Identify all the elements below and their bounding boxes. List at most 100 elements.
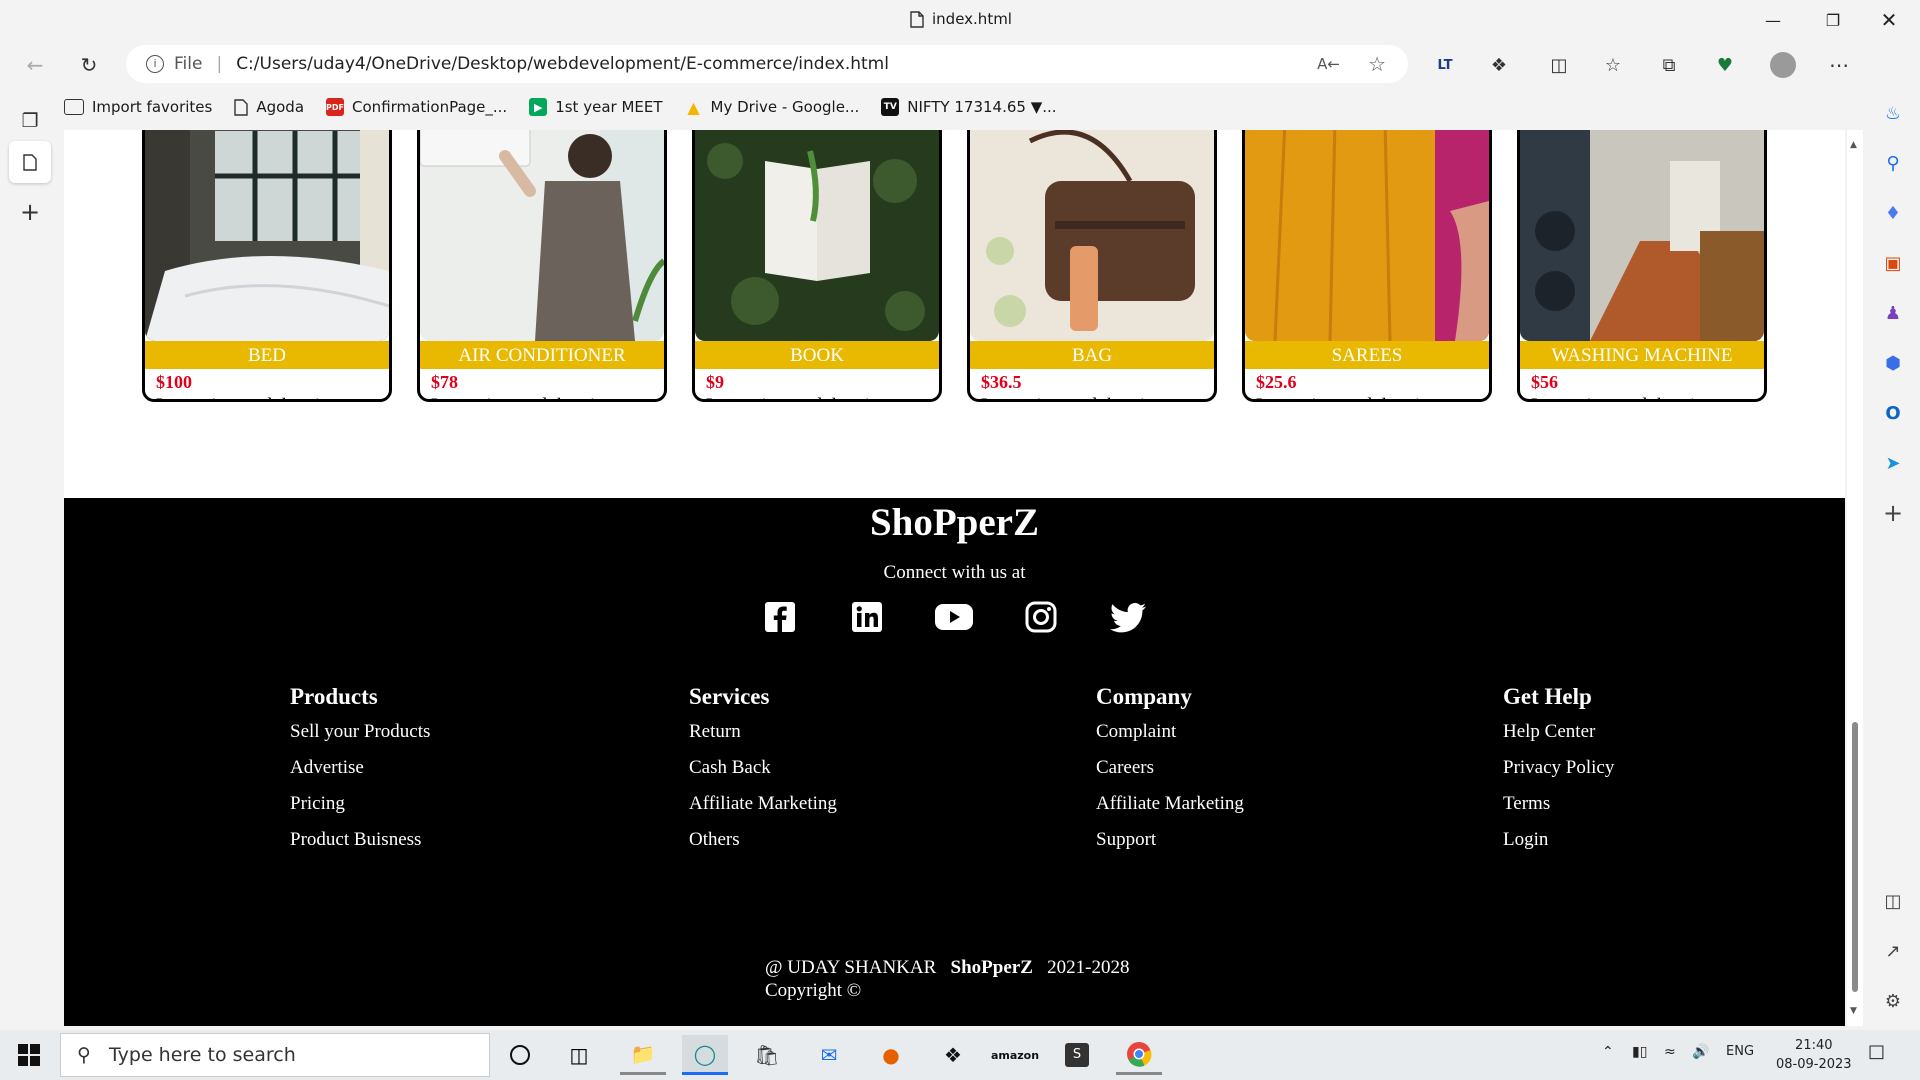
games-icon[interactable]: ♟ (1879, 299, 1907, 327)
footer-link[interactable]: Product Buisness (290, 828, 430, 864)
product-card[interactable]: BED $100 Lorem ipsum dolor sit amet cons… (142, 130, 392, 402)
sidebar-panel-icon[interactable]: ◫ (1879, 887, 1907, 915)
favorite-star-icon[interactable]: ☆ (1368, 52, 1386, 76)
refresh-button[interactable]: ↻ (72, 48, 106, 82)
wifi-icon[interactable]: ≈ (1664, 1044, 1676, 1060)
new-tab-plus-icon[interactable]: + (9, 191, 51, 233)
microsoft365-icon[interactable]: ⬢ (1879, 349, 1907, 377)
extension-lt-icon[interactable]: LT (1430, 50, 1460, 80)
notification-bell-icon[interactable]: ♨ (1879, 99, 1907, 127)
split-screen-icon[interactable]: ◫ (1544, 50, 1574, 80)
scroll-up-arrow-icon[interactable]: ▲ (1850, 140, 1857, 150)
footer-link[interactable]: Careers (1096, 756, 1244, 792)
address-row: ← ↻ i File | C:/Users/uday4/OneDrive/Des… (0, 41, 1920, 87)
settings-gear-icon[interactable]: ⚙ (1879, 987, 1907, 1015)
footer-link[interactable]: Advertise (290, 756, 430, 792)
favorite-nifty[interactable]: TV NIFTY 17314.65 ▼... (881, 98, 1057, 116)
add-sidebar-app-icon[interactable]: + (1879, 499, 1907, 527)
windows-start-icon[interactable] (6, 1035, 52, 1075)
footer-link[interactable]: Affiliate Marketing (689, 792, 837, 828)
info-icon[interactable]: i (146, 55, 164, 73)
favorite-label: Import favorites (92, 98, 213, 116)
language-indicator[interactable]: ENG (1726, 1044, 1754, 1059)
favorite-meet[interactable]: ▶ 1st year MEET (529, 98, 663, 116)
product-description: Lorem ipsum dolor sit amet consectetur, … (1256, 394, 1488, 399)
notifications-icon[interactable]: □ (1868, 1041, 1885, 1062)
minimize-button[interactable]: — (1750, 6, 1796, 34)
edge-taskbar-icon[interactable]: ◯ (682, 1035, 728, 1075)
product-image-bag (970, 130, 1214, 341)
copyright-brand: ShoPperZ (950, 957, 1033, 978)
favorite-label: NIFTY 17314.65 ▼... (907, 98, 1057, 116)
volume-icon[interactable]: 🔊 (1692, 1044, 1709, 1060)
profile-avatar[interactable] (1768, 50, 1798, 80)
footer-link[interactable]: Help Center (1503, 720, 1614, 756)
read-aloud-icon[interactable]: A← (1317, 55, 1340, 73)
send-icon[interactable]: ➤ (1879, 449, 1907, 477)
product-card[interactable]: AIR CONDITIONER $78 Lorem ipsum dolor si… (417, 130, 667, 402)
scroll-down-arrow-icon[interactable]: ▼ (1850, 1006, 1857, 1016)
instagram-icon[interactable] (1024, 600, 1058, 634)
title-bar: index.html — ❐ ✕ (0, 0, 1920, 41)
footer-link[interactable]: Terms (1503, 792, 1614, 828)
dropbox-icon[interactable]: ❖ (930, 1035, 976, 1075)
footer-link[interactable]: Cash Back (689, 756, 837, 792)
outlook-icon[interactable]: O (1879, 399, 1907, 427)
product-card[interactable]: WASHING MACHINE $56 Lorem ipsum dolor si… (1517, 130, 1767, 402)
more-menu-icon[interactable]: ⋯ (1824, 50, 1854, 80)
favorite-agoda[interactable]: Agoda (234, 98, 304, 116)
footer-link[interactable]: Login (1503, 828, 1614, 864)
mail-icon[interactable]: ✉ (806, 1035, 852, 1075)
favorites-icon[interactable]: ☆ (1598, 50, 1628, 80)
restore-button[interactable]: ❐ (1810, 6, 1856, 34)
favorite-drive[interactable]: ▲ My Drive - Google... (685, 98, 859, 117)
footer-link[interactable]: Support (1096, 828, 1244, 864)
page-scrollbar[interactable]: ▲ ▼ (1847, 130, 1863, 1026)
browser-essentials-icon[interactable]: ♥ (1710, 50, 1740, 80)
file-explorer-icon[interactable]: 📁 (620, 1035, 666, 1075)
microsoft-store-icon[interactable]: 🛍 (744, 1035, 790, 1075)
twitter-icon[interactable] (1110, 600, 1148, 634)
open-external-icon[interactable]: ↗ (1879, 937, 1907, 965)
task-view-icon[interactable]: ◫ (556, 1035, 602, 1075)
url-text[interactable]: C:/Users/uday4/OneDrive/Desktop/webdevel… (236, 54, 889, 74)
product-card[interactable]: BOOK $9 Lorem ipsum dolor sit amet conse… (692, 130, 942, 402)
tab-actions-icon[interactable]: ❐ (9, 100, 51, 142)
footer-link[interactable]: Return (689, 720, 837, 756)
favorite-import[interactable]: Import favorites (64, 98, 212, 116)
favorite-confirmation[interactable]: PDF ConfirmationPage_... (326, 98, 507, 116)
close-button[interactable]: ✕ (1866, 6, 1912, 34)
firefox-icon[interactable]: ● (868, 1035, 914, 1075)
battery-icon[interactable]: ▮▯ (1632, 1044, 1647, 1060)
footer-link[interactable]: Affiliate Marketing (1096, 792, 1244, 828)
search-icon[interactable]: ⚲ (1879, 149, 1907, 177)
clock[interactable]: 21:40 08-09-2023 (1776, 1036, 1852, 1074)
active-tab-page-icon[interactable] (9, 141, 51, 183)
back-button[interactable]: ← (18, 48, 52, 82)
footer-link[interactable]: Others (689, 828, 837, 864)
product-price: $56 (1531, 372, 1558, 392)
linkedin-icon[interactable] (850, 600, 884, 634)
copyright-block: @ UDAY SHANKAR ShoPperZ 2021-2028 Copyri… (765, 956, 1129, 1002)
scrollbar-thumb[interactable] (1852, 722, 1858, 992)
tray-chevron-up-icon[interactable]: ⌃ (1602, 1044, 1614, 1060)
footer-link[interactable]: Complaint (1096, 720, 1244, 756)
product-card[interactable]: BAG $36.5 Lorem ipsum dolor sit amet con… (967, 130, 1217, 402)
amazon-icon[interactable]: amazon (991, 1035, 1039, 1075)
footer-link[interactable]: Privacy Policy (1503, 756, 1614, 792)
youtube-icon[interactable] (934, 600, 974, 634)
footer-link[interactable]: Sell your Products (290, 720, 430, 756)
product-card[interactable]: SAREES $25.6 Lorem ipsum dolor sit amet … (1242, 130, 1492, 402)
tools-briefcase-icon[interactable]: ▣ (1879, 249, 1907, 277)
collections-icon[interactable]: ⧉ (1654, 50, 1684, 80)
app-s-icon[interactable]: S (1054, 1035, 1100, 1075)
extensions-puzzle-icon[interactable]: ❖ (1484, 50, 1514, 80)
cortana-icon[interactable] (497, 1035, 543, 1075)
address-bar[interactable]: i File | C:/Users/uday4/OneDrive/Desktop… (126, 45, 1408, 83)
taskbar-search-box[interactable]: ⚲ Type here to search (60, 1033, 490, 1077)
facebook-icon[interactable] (763, 600, 797, 634)
shopping-tag-icon[interactable]: ♦ (1879, 199, 1907, 227)
footer-link[interactable]: Pricing (290, 792, 430, 828)
chrome-icon[interactable] (1116, 1035, 1162, 1075)
product-image-bed (145, 130, 389, 341)
